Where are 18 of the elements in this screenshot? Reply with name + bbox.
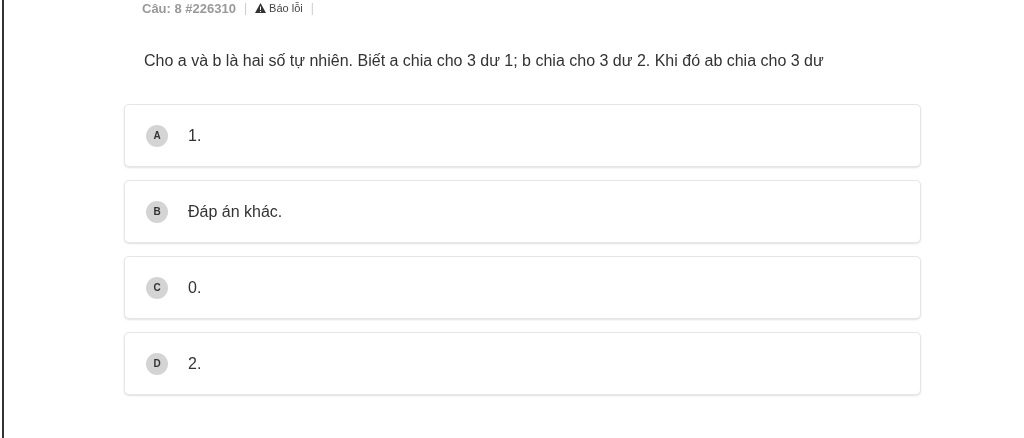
option-text: Đáp án khác. xyxy=(188,202,283,221)
option-text: 0. xyxy=(188,278,202,297)
option-letter: B xyxy=(146,200,168,223)
option-text: 2. xyxy=(188,354,202,373)
answer-option[interactable]: A 1. xyxy=(124,104,921,167)
report-link[interactable]: Báo lỗi xyxy=(255,2,303,14)
answer-option[interactable]: C 0. xyxy=(124,256,921,319)
question-text: Cho a và b là hai số tự nhiên. Biết a chia cho 3 dư 1; b chia cho 3 dư 2. Khi đó ab chia cho 3 dư xyxy=(144,52,825,70)
option-letter: A xyxy=(146,124,168,147)
question-number: Câu: 8 #226310 xyxy=(142,0,236,16)
warning-icon xyxy=(255,3,267,13)
option-text: 1. xyxy=(188,126,202,145)
answer-option[interactable]: B Đáp án khác. xyxy=(124,180,921,243)
separator: | xyxy=(310,1,314,15)
option-letter: C xyxy=(146,276,168,299)
option-letter: D xyxy=(146,352,168,375)
answer-option[interactable]: D 2. xyxy=(124,332,921,395)
separator: | xyxy=(243,1,248,15)
